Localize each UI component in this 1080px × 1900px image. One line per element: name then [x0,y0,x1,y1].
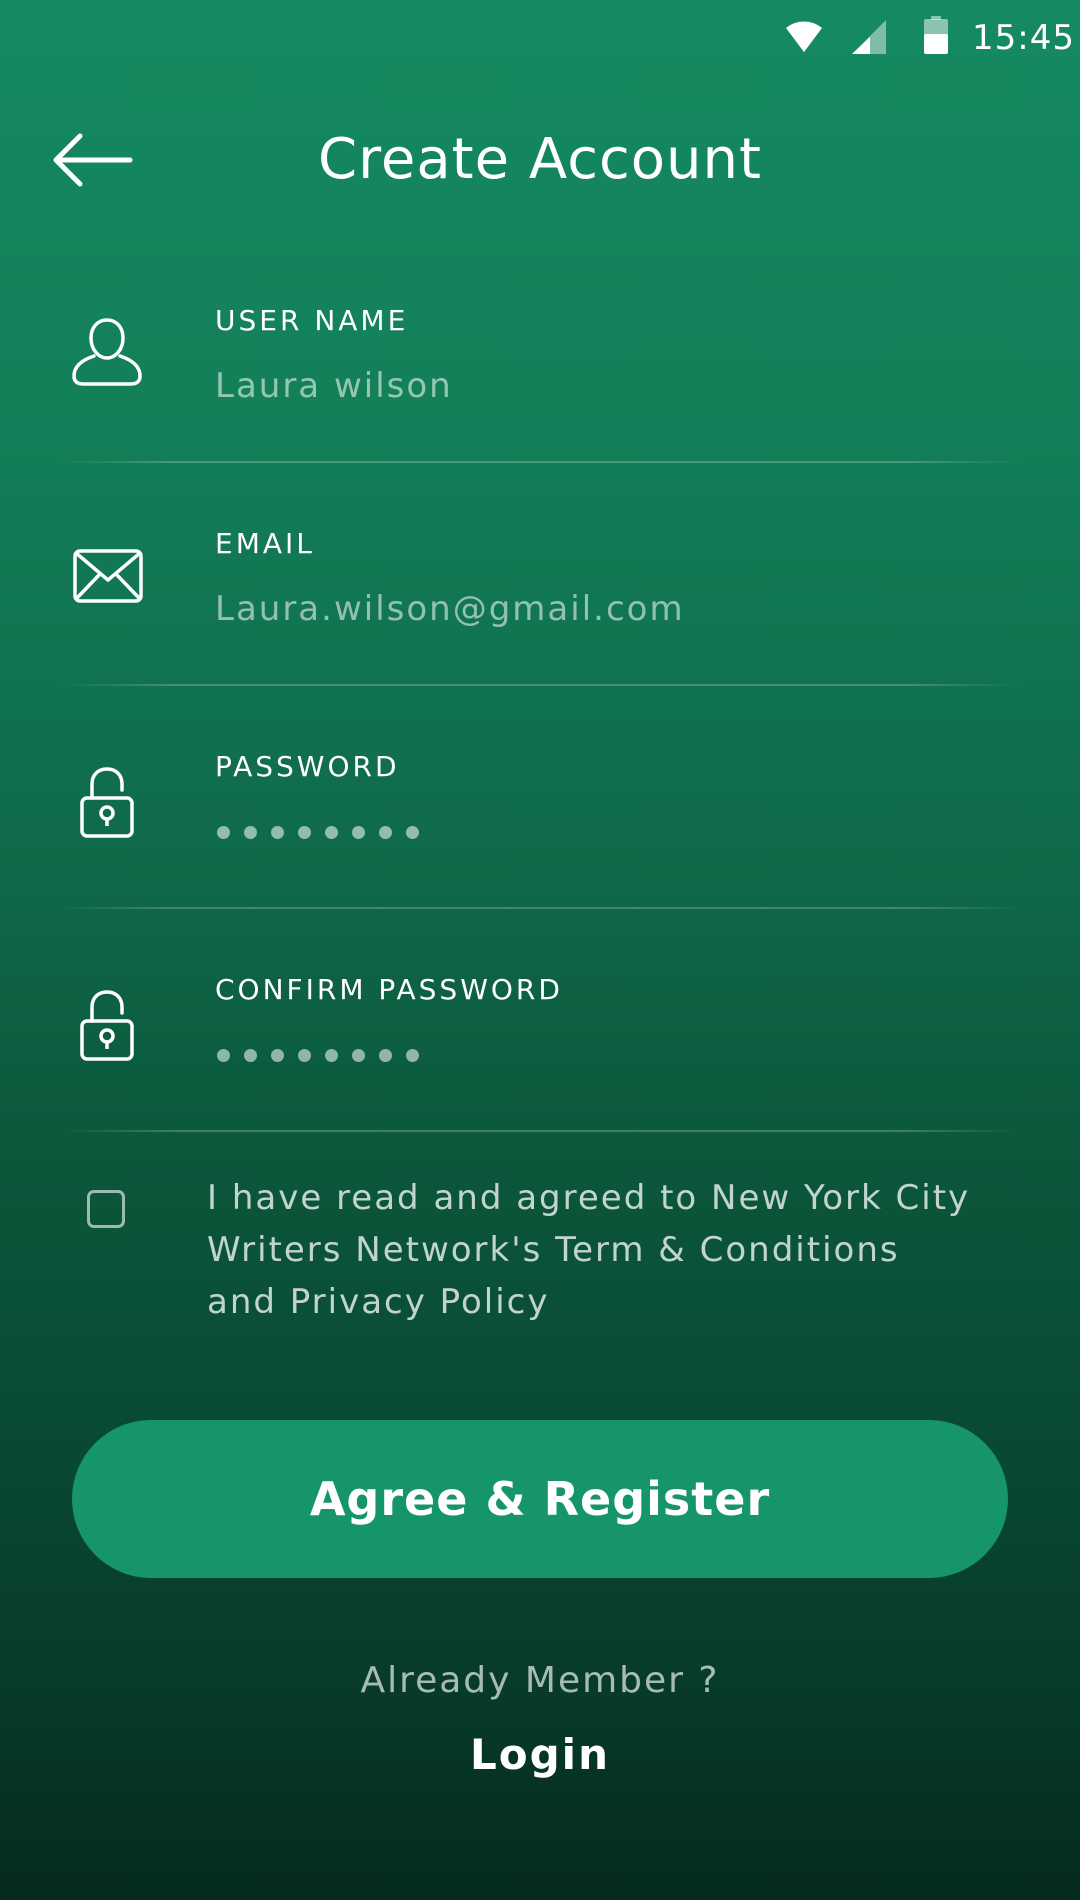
signal-icon [852,20,886,54]
register-button[interactable]: Agree & Register [72,1420,1008,1578]
password-dot [379,1049,392,1062]
password-dot [271,826,284,839]
password-dot [217,1049,230,1062]
password-field[interactable]: PASSWORD [0,686,1080,908]
email-input[interactable]: Laura.wilson@gmail.com [215,588,685,630]
email-field[interactable]: EMAIL Laura.wilson@gmail.com [0,463,1080,685]
status-bar: 15:45 [0,0,1080,78]
password-dot [217,826,230,839]
password-dot [244,1049,257,1062]
password-dot [298,1049,311,1062]
page-title: Create Account [318,127,762,192]
password-dot [325,1049,338,1062]
user-icon [72,318,142,386]
password-label: PASSWORD [215,750,400,783]
battery-icon [924,16,948,54]
password-input[interactable] [217,826,419,839]
divider [60,1130,1020,1132]
password-dot [352,1049,365,1062]
password-dot [379,826,392,839]
password-dot [352,826,365,839]
password-dot [406,1049,419,1062]
terms-line: I have read and agreed to New York City [207,1178,971,1218]
password-dot [298,826,311,839]
wifi-icon [786,21,822,52]
confirm-password-input[interactable] [217,1049,419,1062]
mail-icon [73,549,143,603]
terms-text: I have read and agreed to New York City … [207,1172,1007,1328]
register-button-label: Agree & Register [309,1472,771,1526]
confirm-password-label: CONFIRM PASSWORD [215,973,563,1006]
username-label: USER NAME [215,304,409,337]
terms-line: Writers Network's Term & Conditions [207,1230,900,1270]
email-label: EMAIL [215,527,315,560]
password-dot [244,826,257,839]
lock-icon [80,990,134,1061]
already-member-text: Already Member ? [360,1660,720,1701]
terms-line: and Privacy Policy [207,1282,550,1322]
lock-icon [80,767,134,838]
confirm-password-field[interactable]: CONFIRM PASSWORD [0,909,1080,1131]
password-dot [406,826,419,839]
login-link[interactable]: Login [0,1730,1080,1779]
username-input[interactable]: Laura wilson [215,365,453,407]
username-field[interactable]: USER NAME Laura wilson [0,240,1080,462]
password-dot [325,826,338,839]
status-time: 15:45 [972,18,1075,58]
password-dot [271,1049,284,1062]
terms-checkbox[interactable] [87,1190,125,1228]
